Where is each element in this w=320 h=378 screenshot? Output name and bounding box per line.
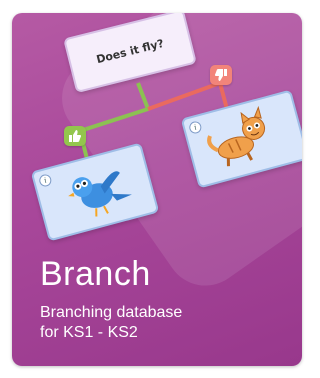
question-text: Does it fly? (94, 36, 166, 66)
thumbs-up-icon (64, 126, 86, 146)
thumbs-down-icon (210, 65, 232, 85)
thumbs-down-glyph (215, 69, 227, 81)
tile-title: Branch (40, 255, 151, 293)
subtitle-line-1: Branching database (40, 304, 183, 321)
thumbs-up-glyph (69, 130, 81, 142)
subtitle-line-2: for KS1 - KS2 (40, 324, 138, 341)
branch-app-tile[interactable]: Does it fly? i i Branch Branching databa… (12, 13, 302, 366)
branching-diagram: Does it fly? i i (12, 13, 302, 243)
tile-subtitle: Branching database for KS1 - KS2 (40, 303, 280, 343)
